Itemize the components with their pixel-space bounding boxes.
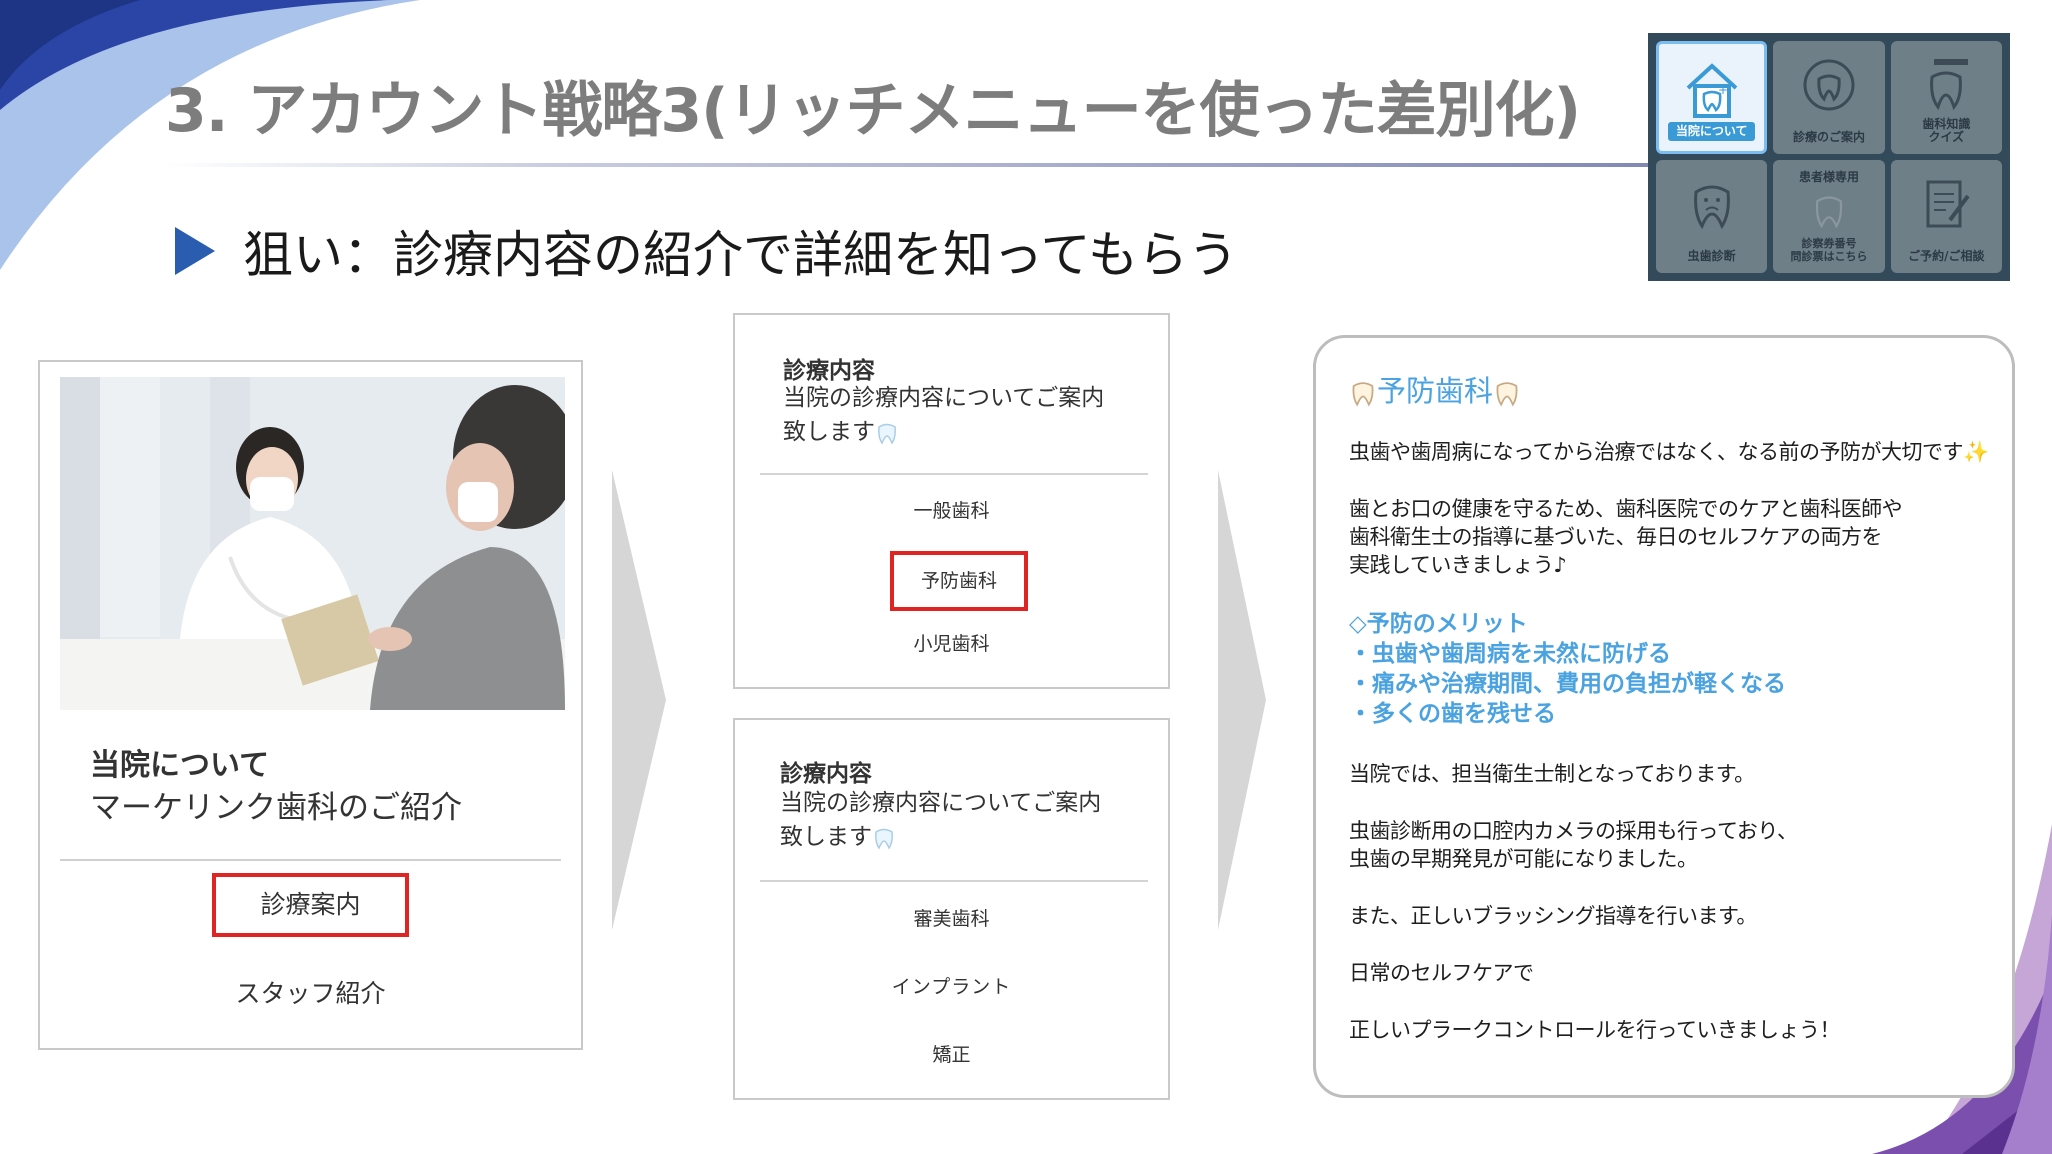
message-title-text: 予防歯科: [1377, 374, 1494, 408]
pediatric-dentistry-item[interactable]: 小児歯科: [735, 629, 1168, 656]
treatment-card-1: 診療内容 当院の診療内容についてご案内致します 一般歯科 予防歯科 小児歯科: [733, 313, 1170, 689]
merit-item: ・虫歯や歯周病を未然に防げる: [1349, 641, 1671, 667]
treatment-description: 当院の診療内容についてご案内致します: [783, 381, 1123, 449]
treatment-card-2: 診療内容 当院の診療内容についてご案内致します 審美歯科 インプラント 矯正: [733, 718, 1170, 1100]
tooth-magnifier-icon: [1803, 59, 1855, 111]
triangle-bullet-icon: [175, 227, 215, 275]
divider: [760, 473, 1148, 475]
sad-tooth-icon: [1693, 185, 1730, 230]
tooth-icon: [1352, 382, 1374, 407]
rich-menu-head: 患者様専用: [1798, 170, 1859, 184]
message-line: 実践していきましょう♪: [1349, 553, 1567, 577]
implant-item[interactable]: インプラント: [735, 972, 1168, 999]
merit-item: ・多くの歯を残せる: [1349, 701, 1556, 727]
message-line: 正しいプラークコントロールを行っていきましょう！: [1349, 1018, 1840, 1042]
orthodontics-item[interactable]: 矯正: [735, 1040, 1168, 1067]
tooth-brush-icon: [1930, 59, 1969, 111]
title-underline: [165, 163, 1695, 167]
divider: [760, 880, 1148, 882]
message-line-text: 虫歯や歯周病になってから治療ではなく、なる前の予防が大切です: [1349, 440, 1963, 464]
tooth-icon: [878, 423, 896, 445]
tooth-icon: [1815, 196, 1843, 229]
clipboard-pen-icon: [1926, 180, 1970, 228]
merit-heading: ◇予防のメリット: [1349, 611, 1528, 637]
rich-menu-tile-treatment[interactable]: 診療のご案内: [1773, 41, 1885, 154]
tooth-icon: [875, 828, 893, 850]
house-tooth-icon: +: [1686, 63, 1738, 118]
message-bubble: 予防歯科 虫歯や歯周病になってから治療ではなく、なる前の予防が大切です✨ 歯とお…: [1313, 335, 2015, 1098]
subtitle: 狙い：診療内容の紹介で詳細を知ってもらう: [243, 226, 1238, 284]
reception-photo: [60, 377, 565, 710]
rich-menu-label: 虫歯診断: [1687, 249, 1736, 263]
treatment-description-text: 当院の診療内容についてご案内致します: [780, 790, 1102, 850]
preventive-dentistry-item[interactable]: 予防歯科: [890, 551, 1028, 611]
rich-menu-tile-patient[interactable]: 患者様専用 診察券番号 問診票はこちら: [1773, 160, 1885, 273]
cosmetic-dentistry-item[interactable]: 審美歯科: [735, 904, 1168, 931]
svg-text:+: +: [1718, 83, 1728, 97]
rich-menu-label: 診察券番号 問診票はこちら: [1790, 237, 1868, 263]
message-line: 虫歯の早期発見が可能になりました。: [1349, 847, 1698, 871]
treatment-description: 当院の診療内容についてご案内致します: [780, 786, 1120, 854]
about-card: 当院について マーケリンク歯科のご紹介 診療案内 スタッフ紹介: [38, 360, 583, 1050]
rich-menu-label: 診療のご案内: [1792, 130, 1865, 144]
divider: [60, 859, 561, 861]
rich-menu-tile-quiz[interactable]: 歯科知識 クイズ: [1890, 41, 2002, 154]
message-line: 歯科衛生士の指導に基づいた、毎日のセルフケアの両方を: [1349, 525, 1883, 549]
message-line: 虫歯や歯周病になってから治療ではなく、なる前の予防が大切です✨: [1349, 436, 1989, 466]
staff-intro-button[interactable]: スタッフ紹介: [40, 974, 581, 1010]
sparkle-icon: ✨: [1962, 440, 1989, 464]
treatment-heading: 診療内容: [783, 358, 875, 384]
rich-menu-tile-reservation[interactable]: ご予約/ご相談: [1890, 160, 2002, 273]
rich-menu-label: 当院について: [1667, 122, 1756, 141]
message-line: 虫歯診断用の口腔内カメラの採用も行っており、: [1349, 819, 1798, 843]
rich-menu-tile-about[interactable]: + 当院について: [1656, 41, 1768, 154]
about-subtitle: マーケリンク歯科のご紹介: [90, 790, 462, 826]
message-line: 歯とお口の健康を守るため、歯科医院でのケアと歯科医師や: [1349, 497, 1903, 521]
merit-item: ・痛みや治療期間、費用の負担が軽くなる: [1349, 671, 1786, 697]
slide-title: 3. アカウント戦略3(リッチメニューを使った差別化): [165, 76, 1581, 146]
message-line: 日常のセルフケアで: [1349, 961, 1534, 985]
treatment-description-text: 当院の診療内容についてご案内致します: [783, 385, 1105, 445]
message-title: 予防歯科: [1349, 368, 1521, 410]
about-title: 当院について: [90, 748, 270, 783]
treatment-guide-button[interactable]: 診療案内: [212, 873, 409, 937]
subtitle-row: 狙い：診療内容の紹介で詳細を知ってもらう: [175, 215, 1238, 287]
flow-arrow-icon: [612, 470, 666, 930]
rich-menu-label: 歯科知識 クイズ: [1922, 117, 1971, 144]
treatment-heading: 診療内容: [780, 761, 872, 787]
message-line: 当院では、担当衛生士制となっております。: [1349, 762, 1755, 786]
rich-menu-label: ご予約/ご相談: [1908, 249, 1985, 263]
message-line: また、正しいブラッシング指導を行います。: [1349, 904, 1757, 928]
rich-menu-preview: + 当院について 診療のご案内 歯科知識 クイズ 虫歯診断 患者様専用 診察券番…: [1648, 33, 2010, 281]
flow-arrow-icon: [1218, 470, 1266, 930]
general-dentistry-item[interactable]: 一般歯科: [735, 496, 1168, 523]
rich-menu-tile-diagnosis[interactable]: 虫歯診断: [1656, 160, 1768, 273]
tooth-icon: [1496, 382, 1518, 407]
